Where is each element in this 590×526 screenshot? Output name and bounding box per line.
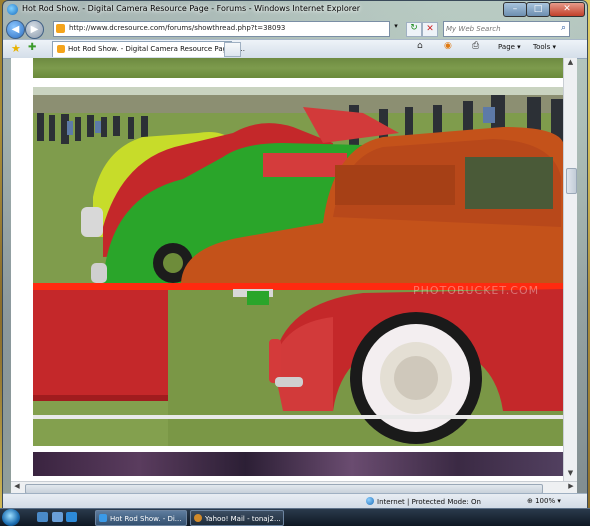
quicklaunch-desktop-icon[interactable] xyxy=(37,512,48,522)
address-row: ◀ ▶ http://www.dcresource.com/forums/sho… xyxy=(3,19,587,39)
photo-watermark: PHOTOBUCKET.COM xyxy=(413,284,540,297)
quicklaunch-switch-icon[interactable] xyxy=(52,512,63,522)
vertical-scrollbar[interactable]: ▲ ▼ xyxy=(563,58,577,481)
zoom-control[interactable]: ⊕ 100% ▾ xyxy=(527,497,561,505)
scroll-up-icon[interactable]: ▲ xyxy=(564,58,577,70)
page-gap xyxy=(33,78,564,87)
ie-icon xyxy=(7,4,18,15)
security-zone-label: Internet | Protected Mode: On xyxy=(377,498,481,506)
refresh-button[interactable]: ↻ xyxy=(406,22,422,37)
feeds-icon[interactable]: ◉ xyxy=(444,41,452,51)
page-menu-button[interactable]: Page ▾ xyxy=(498,43,521,51)
ie-task-icon xyxy=(99,514,107,522)
photo-strip-top xyxy=(33,58,564,78)
favorites-star-icon[interactable]: ★ xyxy=(11,42,21,55)
tab-label: Hot Rod Show. - Digital Camera Resource … xyxy=(68,45,246,53)
scroll-down-icon[interactable]: ▼ xyxy=(564,469,577,481)
zoom-icon: ⊕ xyxy=(527,497,536,505)
back-button[interactable]: ◀ xyxy=(6,20,25,39)
vertical-scroll-thumb[interactable] xyxy=(566,168,577,194)
forum-image-area: PHOTOBUCKET.COM xyxy=(33,58,564,481)
site-favicon-icon xyxy=(56,24,65,33)
maximize-button[interactable]: □ xyxy=(526,2,550,17)
firefox-task-icon xyxy=(194,514,202,522)
command-bar: ★ ✚ Hot Rod Show. - Digital Camera Resou… xyxy=(3,39,587,59)
taskbar-item-yahoo-mail[interactable]: Yahoo! Mail - tonaj2... xyxy=(190,510,284,526)
home-icon[interactable]: ⌂ xyxy=(417,41,423,51)
quicklaunch-ie-icon[interactable] xyxy=(66,512,77,522)
zoom-dropdown-icon[interactable]: ▾ xyxy=(557,497,561,505)
page-content: PHOTOBUCKET.COM ▲ ▼ xyxy=(11,58,577,481)
window-title: Hot Rod Show. - Digital Camera Resource … xyxy=(22,4,361,13)
tools-menu-button[interactable]: Tools ▾ xyxy=(533,43,556,51)
address-dropdown-icon[interactable]: ▾ xyxy=(390,22,402,35)
hot-rod-rear-photo xyxy=(33,283,564,446)
zoom-level: 100% xyxy=(535,497,556,505)
add-favorites-icon[interactable]: ✚ xyxy=(28,42,36,53)
new-tab-button[interactable] xyxy=(224,42,241,57)
search-input[interactable] xyxy=(446,23,554,34)
hot-rod-photo xyxy=(33,87,564,283)
search-icon[interactable]: ⌕ xyxy=(561,23,566,33)
tab-hot-rod-show[interactable]: Hot Rod Show. - Digital Camera Resource … xyxy=(52,41,245,57)
taskbar-item-ie[interactable]: Hot Rod Show. - Di... xyxy=(95,510,187,526)
stop-button[interactable]: ✕ xyxy=(422,22,438,37)
search-box[interactable]: ⌕ xyxy=(443,21,570,37)
photo-strip-bottom xyxy=(33,452,564,476)
taskbar: Hot Rod Show. - Di... Yahoo! Mail - tona… xyxy=(0,508,590,526)
print-icon[interactable]: ⎙ xyxy=(472,41,479,51)
address-bar[interactable]: http://www.dcresource.com/forums/showthr… xyxy=(53,21,390,37)
tab-favicon-icon xyxy=(57,45,65,53)
close-button[interactable]: ✕ xyxy=(549,2,585,17)
minimize-button[interactable]: – xyxy=(503,2,527,17)
start-button[interactable] xyxy=(2,509,20,526)
taskbar-item-label: Hot Rod Show. - Di... xyxy=(110,515,182,523)
forward-button[interactable]: ▶ xyxy=(25,20,44,39)
security-zone[interactable]: Internet | Protected Mode: On xyxy=(366,497,481,506)
globe-icon xyxy=(366,497,374,505)
title-bar[interactable]: Hot Rod Show. - Digital Camera Resource … xyxy=(3,1,587,19)
taskbar-item-label: Yahoo! Mail - tonaj2... xyxy=(205,515,281,523)
address-url[interactable]: http://www.dcresource.com/forums/showthr… xyxy=(69,24,285,32)
browser-window: Hot Rod Show. - Digital Camera Resource … xyxy=(2,0,588,510)
